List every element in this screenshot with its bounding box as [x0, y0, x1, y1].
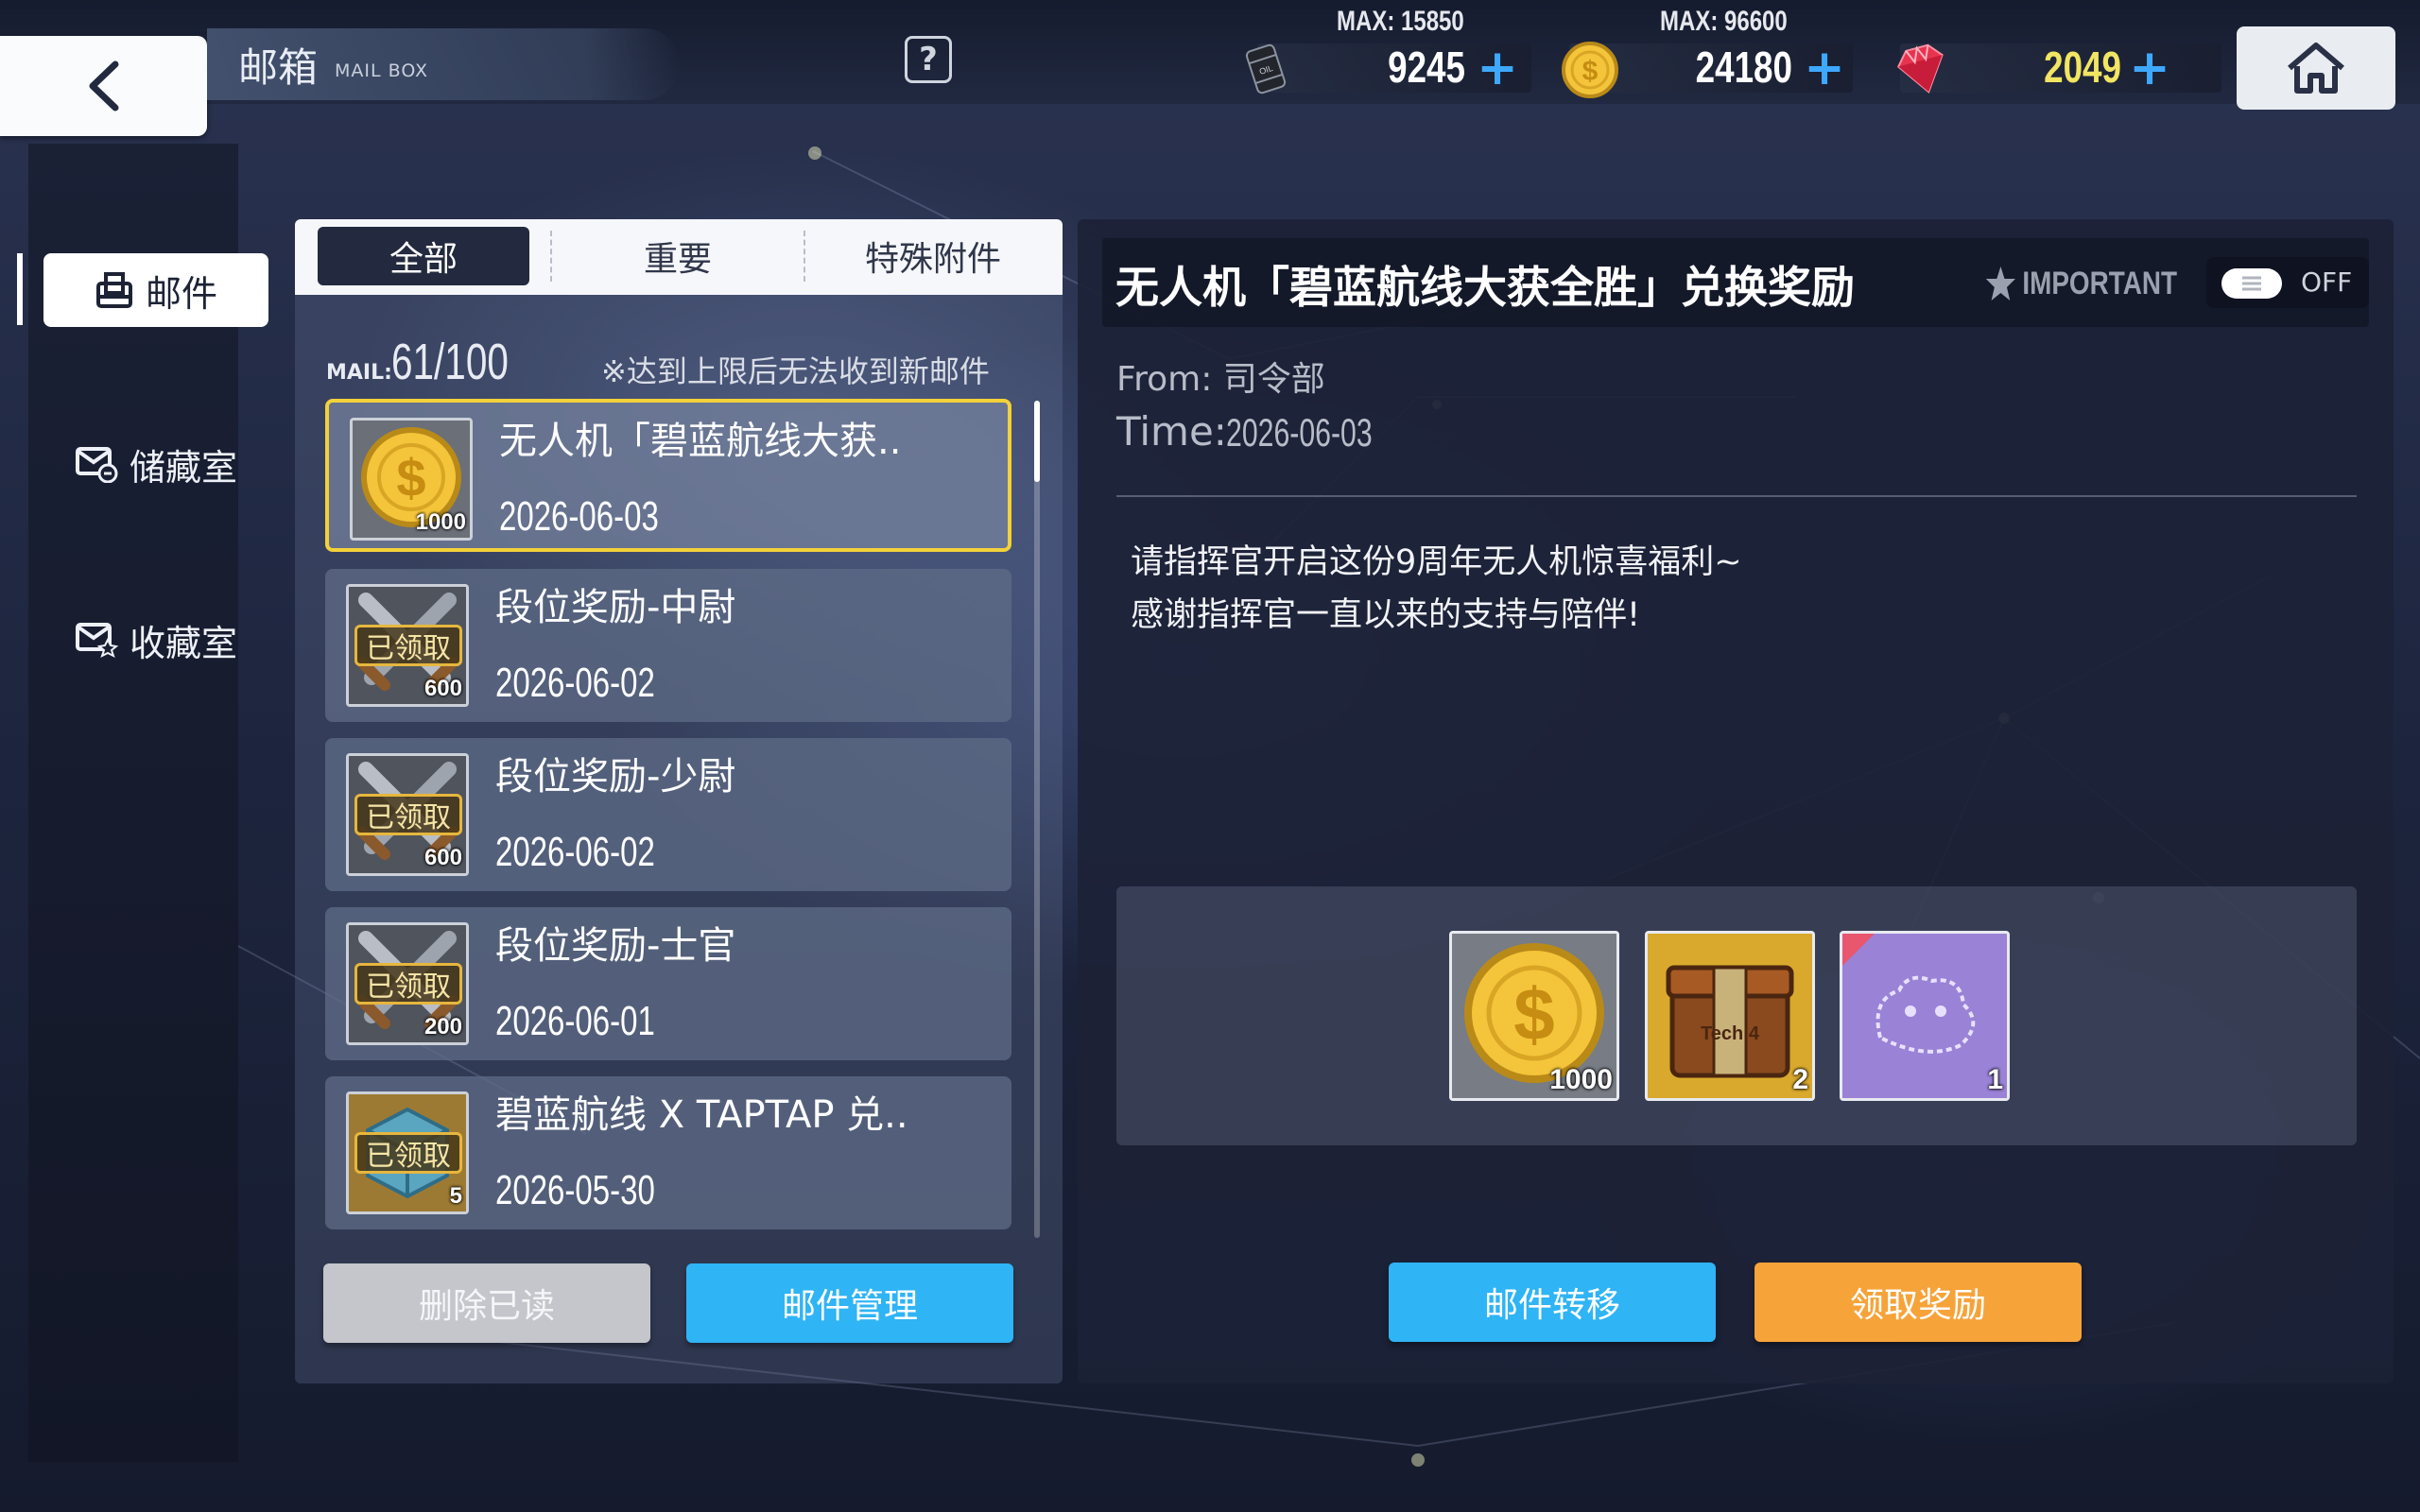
- oil-add-button[interactable]: +: [1477, 43, 1518, 93]
- sidebar-item-label: 收藏室: [129, 622, 237, 664]
- sidebar-active-marker: [17, 253, 23, 325]
- chevron-left-icon: [89, 60, 118, 112]
- mail-list-item[interactable]: $ 1000 无人机「碧蓝航线大获.. 2026-06-03: [325, 399, 1011, 552]
- mail-subject: 无人机「碧蓝航线大获全胜」兑换奖励: [1115, 262, 1855, 313]
- sidebar-item-storage[interactable]: 储藏室: [43, 427, 268, 501]
- svg-text:$: $: [1513, 972, 1554, 1056]
- important-toggle-label: IMPORTANT: [1985, 265, 2177, 302]
- toggle-state: OFF: [2301, 266, 2353, 298]
- attachment-quantity: 1: [1987, 1064, 2003, 1095]
- tab-divider: [550, 231, 552, 282]
- crossed-swords-icon: 已领取 600: [346, 584, 469, 707]
- back-button[interactable]: [0, 36, 207, 136]
- item-quantity: 600: [424, 845, 462, 870]
- mail-title: 段位奖励-中尉: [495, 586, 736, 629]
- mail-date: 2026-05-30: [495, 1167, 655, 1213]
- mail-collect-icon: [75, 623, 118, 658]
- mail-list-item[interactable]: 已领取 600 段位奖励-少尉 2026-06-02: [325, 738, 1011, 891]
- attachment-item[interactable]: $ 1000: [1449, 931, 1619, 1101]
- mail-sender: From: 司令部: [1116, 360, 1325, 399]
- home-icon: [2288, 43, 2344, 94]
- crossed-swords-icon: 已领取 600: [346, 753, 469, 876]
- mail-list-item[interactable]: 已领取 200 段位奖励-士官 2026-06-01: [325, 907, 1011, 1060]
- furniture-item-icon: [1842, 934, 2007, 1098]
- mail-storage-icon: [75, 447, 118, 483]
- sidebar-item-label: 储藏室: [129, 446, 237, 489]
- gem-add-button[interactable]: +: [2129, 43, 2170, 93]
- coin-add-button[interactable]: +: [1804, 43, 1845, 93]
- mail-date: 2026-06-01: [495, 998, 655, 1044]
- attachment-item[interactable]: 1: [1840, 931, 2010, 1101]
- sidebar-item-mail[interactable]: 邮件: [43, 253, 268, 327]
- tab-important[interactable]: 重要: [558, 227, 798, 285]
- mail-date: 2026-06-02: [495, 660, 655, 706]
- sidebar-item-label: 邮件: [145, 272, 217, 315]
- mail-title: 段位奖励-少尉: [495, 755, 736, 799]
- mail-transfer-button[interactable]: 邮件转移: [1389, 1263, 1716, 1342]
- claimed-badge: 已领取: [354, 794, 462, 835]
- help-button[interactable]: ?: [905, 36, 952, 83]
- tab-special-attachments[interactable]: 特殊附件: [813, 227, 1053, 285]
- mail-title: 碧蓝航线 X TAPTAP 兑..: [495, 1093, 908, 1137]
- attachment-quantity: 2: [1792, 1064, 1808, 1095]
- item-quantity: 1000: [415, 509, 466, 535]
- home-button[interactable]: [2237, 26, 2395, 110]
- tech-label: Tech 4: [1701, 1023, 1760, 1044]
- mail-date: 2026-06-02: [495, 829, 655, 875]
- page-subtitle: MAIL BOX: [335, 60, 429, 81]
- star-icon: [1985, 266, 2015, 301]
- mail-list-scroll-track[interactable]: [1034, 401, 1040, 1238]
- oil-max-label: MAX: 15850: [1337, 6, 1464, 37]
- item-quantity: 600: [424, 676, 462, 701]
- attachment-item[interactable]: Tech 4 2: [1645, 931, 1815, 1101]
- mail-date: 2026-06-03: [499, 493, 659, 540]
- oil-barrel-icon: OIL: [1238, 42, 1293, 96]
- item-quantity: 200: [424, 1014, 462, 1040]
- delete-read-button[interactable]: 删除已读: [323, 1263, 650, 1343]
- gem-icon: [1891, 40, 1955, 100]
- sidebar: [28, 144, 238, 1462]
- mail-title: 无人机「碧蓝航线大获..: [499, 420, 902, 463]
- coin-value: 24180: [1695, 43, 1792, 92]
- important-label: IMPORTANT: [2022, 265, 2178, 301]
- mail-time-label: Time:: [1116, 408, 1227, 455]
- mail-time-value: 2026-06-03: [1226, 410, 1373, 455]
- mail-tray-icon: [95, 272, 132, 308]
- mail-count-label: MAIL:: [326, 361, 392, 385]
- sidebar-item-collection[interactable]: 收藏室: [43, 603, 268, 677]
- mail-list-item[interactable]: 已领取 5 碧蓝航线 X TAPTAP 兑.. 2026-05-30: [325, 1076, 1011, 1229]
- tech-box-icon: Tech 4: [1648, 934, 1812, 1098]
- tab-divider: [804, 231, 805, 282]
- claim-reward-button[interactable]: 领取奖励: [1754, 1263, 2082, 1342]
- crossed-swords-icon: 已领取 200: [346, 922, 469, 1045]
- mail-limit-note: ※达到上限后无法收到新邮件: [601, 353, 990, 389]
- page-title: 邮箱: [238, 44, 319, 91]
- item-quantity: 5: [449, 1183, 462, 1209]
- detail-divider: [1116, 495, 2357, 497]
- mail-title: 段位奖励-士官: [495, 924, 736, 968]
- tab-all[interactable]: 全部: [318, 227, 529, 285]
- oil-value: 9245: [1388, 43, 1465, 92]
- gem-value: 2049: [2044, 43, 2121, 92]
- mail-list-item[interactable]: 已领取 600 段位奖励-中尉 2026-06-02: [325, 569, 1011, 722]
- claimed-badge: 已领取: [354, 625, 462, 666]
- mail-body-line: 感谢指挥官一直以来的支持与陪伴!: [1131, 596, 1641, 634]
- mail-list-scrollbar[interactable]: [1034, 401, 1040, 482]
- coin-max-label: MAX: 96600: [1660, 6, 1788, 37]
- mail-manage-button[interactable]: 邮件管理: [686, 1263, 1013, 1343]
- coin-icon: $: [1560, 40, 1620, 100]
- svg-text:$: $: [1582, 56, 1599, 87]
- mail-body-line: 请指挥官开启这份9周年无人机惊喜福利~: [1131, 543, 1742, 581]
- gold-coin-icon: $ 1000: [350, 418, 473, 541]
- claimed-badge: 已领取: [354, 963, 462, 1005]
- toggle-knob: [2221, 268, 2282, 299]
- attachment-quantity: 1000: [1549, 1064, 1613, 1095]
- cube-icon: 已领取 5: [346, 1091, 469, 1214]
- menu-lines-icon: [2242, 276, 2261, 291]
- svg-text:$: $: [396, 448, 425, 507]
- claimed-badge: 已领取: [354, 1132, 462, 1174]
- mail-count: 61/100: [391, 334, 509, 390]
